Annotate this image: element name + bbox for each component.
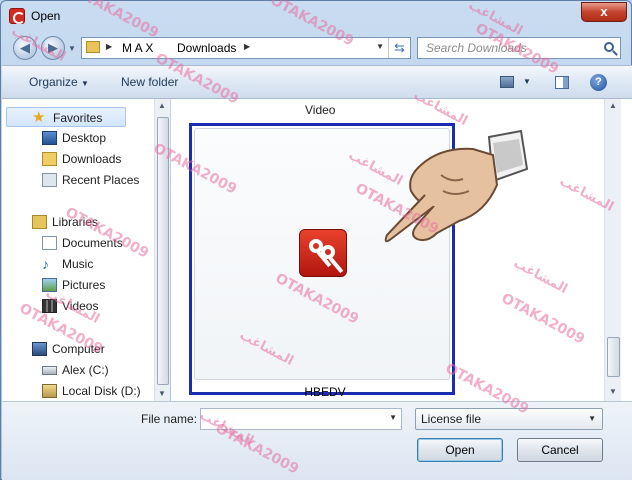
breadcrumb-user[interactable]: M A X [122,41,153,55]
breadcrumb-downloads[interactable]: Downloads [177,41,236,55]
file-tile-inner: HBEDV [194,128,450,399]
chevron-down-icon: ▼ [588,414,596,423]
file-list-scrollbar[interactable]: ▲ ▼ [604,99,621,401]
close-button[interactable]: x [581,2,627,22]
sidebar-item-documents[interactable]: Documents [2,233,154,253]
arrow-left-icon: ◀ [20,40,30,55]
refresh-button[interactable]: ⇆ [388,38,410,58]
sidebar-item-pictures[interactable]: Pictures [2,275,154,295]
app-logo-icon [9,8,25,24]
sidebar-item-label: Desktop [62,131,107,145]
selected-file-tile[interactable]: HBEDV [189,123,455,399]
sidebar-item-label: Downloads [62,152,122,166]
forward-button[interactable]: ▶ [41,36,65,60]
recent-places-icon [42,173,57,187]
chevron-down-icon[interactable]: ▼ [376,42,384,51]
chevron-down-icon: ▼ [81,79,89,88]
downloads-folder-icon [42,152,57,166]
file-type-value: License file [421,412,482,426]
dialog-footer: File name: ▼ License file ▼ Open Cancel [2,401,632,480]
sidebar-item-label: Videos [62,299,99,313]
sidebar-item-computer[interactable]: Computer [2,339,154,359]
sidebar-item-label: Local Disk (D:) [62,384,141,398]
chevron-right-icon[interactable]: ▶ [244,42,250,51]
organize-label: Organize [29,75,78,89]
sidebar-item-label: Libraries [52,215,99,229]
computer-icon [32,342,47,356]
scroll-down-icon[interactable]: ▼ [609,387,617,396]
open-dialog-window: Open x ◀ ▶ ▼ ▶ M A X ▶ Downloads ▼ ⇆ Sea… [0,0,632,480]
open-button[interactable]: Open [417,438,503,462]
scroll-up-icon[interactable]: ▲ [609,101,617,110]
folder-item-label[interactable]: Video [305,103,335,117]
file-name-field-label: File name: [141,412,198,426]
scrollbar-thumb[interactable] [157,117,169,385]
chevron-down-icon[interactable]: ▼ [389,413,397,422]
organize-button[interactable]: Organize ▼ [29,75,89,89]
navigation-pane: ★ Favorites Desktop Downloads Recent Pla… [2,99,170,401]
documents-icon [42,236,57,250]
recent-locations-dropdown-icon[interactable]: ▼ [68,44,76,53]
sidebar-item-label: Music [62,257,94,271]
sidebar-item-label: Computer [52,342,105,356]
libraries-icon [32,215,47,229]
search-placeholder: Search Downloads [426,41,527,55]
arrow-right-icon: ▶ [48,40,58,55]
sidebar-item-favorites[interactable]: ★ Favorites [6,107,126,127]
window-title: Open [31,9,61,23]
command-toolbar: Organize ▼ New folder ▼ ? [2,65,632,99]
sidebar-item-downloads[interactable]: Downloads [2,149,154,169]
chevron-right-icon[interactable]: ▶ [106,42,112,51]
search-input[interactable]: Search Downloads [417,37,621,59]
navigation-bar: ◀ ▶ ▼ ▶ M A X ▶ Downloads ▼ ⇆ Search Dow… [1,31,632,65]
file-list-area: Video HBEDV ▲ ▼ [171,99,632,401]
sidebar-item-label: Documents [62,236,123,250]
sidebar-item-label: Pictures [62,278,106,292]
scroll-up-icon[interactable]: ▲ [158,101,166,110]
sidebar-item-desktop[interactable]: Desktop [2,128,154,148]
preview-pane-icon[interactable] [555,76,569,89]
drive-icon [42,384,57,398]
navigation-pane-scrollbar[interactable]: ▲ ▼ [154,99,170,401]
sidebar-item-drive-d[interactable]: Local Disk (D:) [2,381,154,401]
file-name-label: HBEDV [304,385,346,399]
scroll-down-icon[interactable]: ▼ [158,389,166,398]
sidebar-item-videos[interactable]: Videos [2,296,154,316]
sidebar-item-music[interactable]: ♪ Music [2,254,154,274]
star-icon: ★ [32,109,46,126]
new-folder-button[interactable]: New folder [121,75,178,89]
file-type-select[interactable]: License file ▼ [415,408,603,430]
sidebar-item-drive-c[interactable]: Alex (C:) [2,360,154,380]
refresh-icon: ⇆ [394,40,405,55]
drive-icon [42,366,57,375]
change-view-icon[interactable] [500,76,514,88]
title-bar: Open x [1,1,632,31]
desktop-icon [42,131,57,145]
sidebar-item-recent-places[interactable]: Recent Places [2,170,154,190]
videos-icon [42,299,57,313]
address-bar[interactable]: ▶ M A X ▶ Downloads ▼ ⇆ [81,37,411,59]
search-icon[interactable] [604,42,614,52]
scrollbar-thumb[interactable] [607,337,620,377]
chevron-down-icon[interactable]: ▼ [523,77,531,86]
folder-icon [86,41,100,53]
pictures-icon [42,278,57,292]
music-icon: ♪ [42,256,49,272]
sidebar-item-libraries[interactable]: Libraries [2,212,154,232]
help-icon[interactable]: ? [590,74,607,91]
file-name-input[interactable]: ▼ [200,408,402,430]
keys-icon [299,229,347,277]
back-button[interactable]: ◀ [13,36,37,60]
sidebar-item-label: Recent Places [62,173,140,187]
sidebar-item-label: Favorites [53,111,103,125]
sidebar-item-label: Alex (C:) [62,363,109,377]
cancel-button[interactable]: Cancel [517,438,603,462]
